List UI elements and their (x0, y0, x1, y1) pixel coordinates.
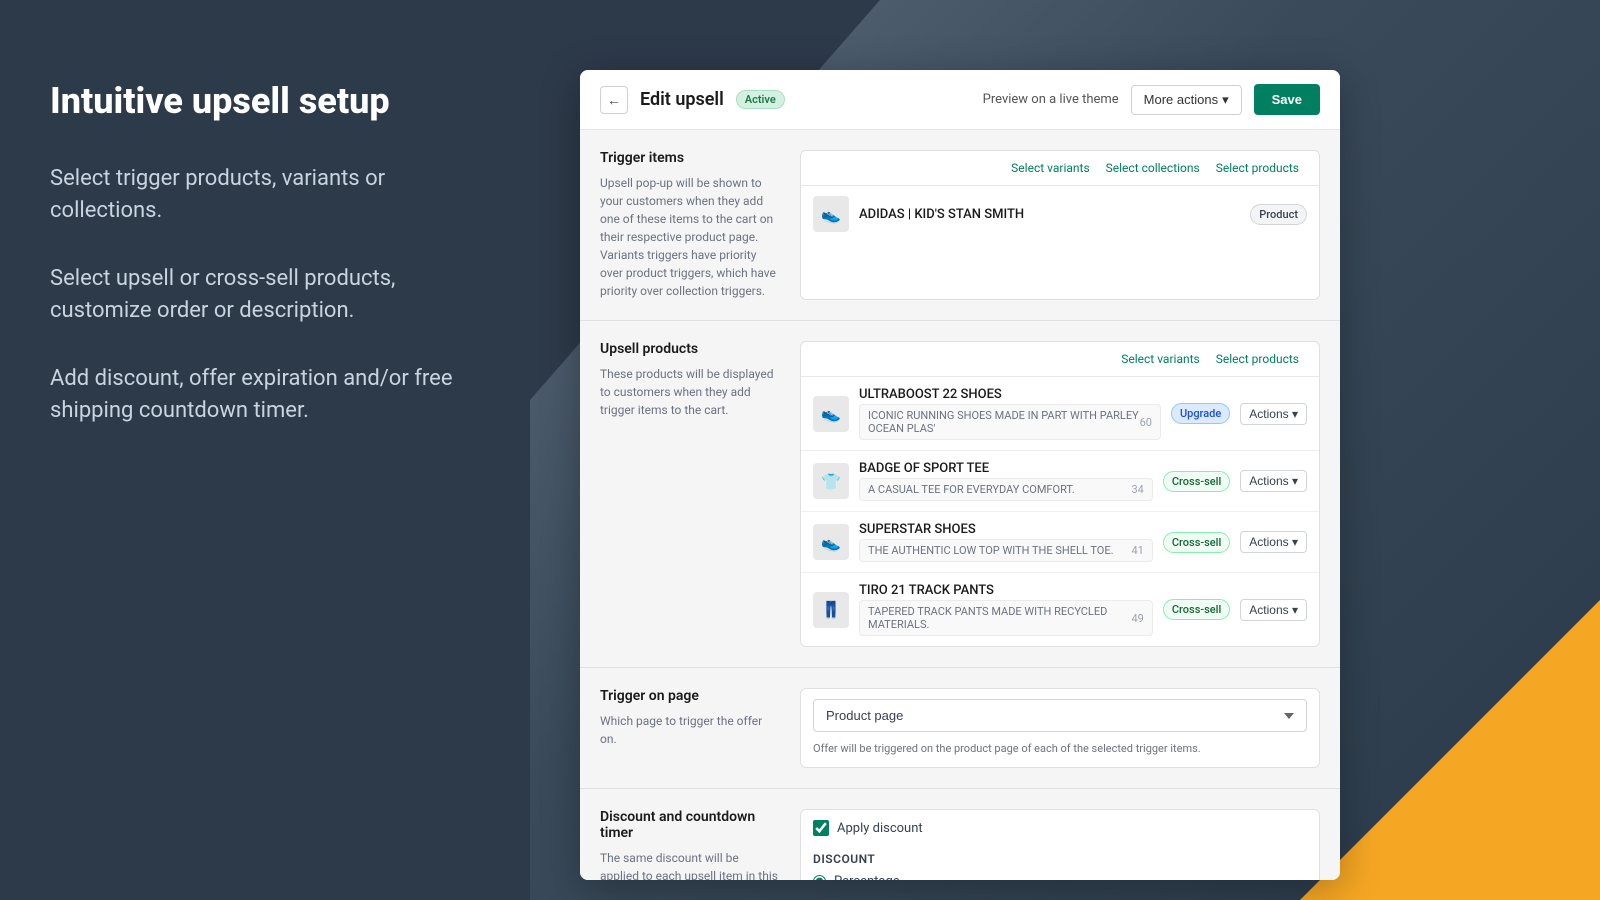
product-desc-1: ICONIC RUNNING SHOES MADE IN PART WITH P… (859, 404, 1161, 440)
trigger-items-title: Trigger items (600, 150, 780, 166)
discount-title: Discount and countdown timer (600, 809, 780, 841)
upsell-select-products-tab[interactable]: Select products (1208, 350, 1307, 368)
select-variants-tab[interactable]: Select variants (1003, 159, 1097, 177)
trigger-items-desc: Upsell pop-up will be shown to your cust… (600, 174, 780, 300)
product-info: ADIDAS | KID'S STAN SMITH (859, 207, 1240, 222)
upsell-product-row-1: 👟 ULTRABOOST 22 SHOES ICONIC RUNNING SHO… (801, 377, 1319, 451)
back-button[interactable]: ← (600, 86, 628, 114)
trigger-product-row: 👟 ADIDAS | KID'S STAN SMITH Product (801, 186, 1319, 242)
product-info-3: SUPERSTAR SHOES THE AUTHENTIC LOW TOP WI… (859, 522, 1153, 562)
product-name-2: BADGE OF SPORT TEE (859, 461, 1153, 476)
product-desc-4: TAPERED TRACK PANTS MADE WITH RECYCLED M… (859, 600, 1153, 636)
shoe-icon: 👟 (821, 205, 841, 224)
product-name-4: TIRO 21 TRACK PANTS (859, 583, 1153, 598)
product-thumbnail-3: 👟 (813, 524, 849, 560)
upsell-products-section: Upsell products These products will be d… (580, 321, 1340, 668)
trigger-page-select[interactable]: Product page (813, 699, 1307, 732)
product-desc-2: A CASUAL TEE FOR EVERYDAY COMFORT. 34 (859, 478, 1153, 501)
apply-discount-label: Apply discount (837, 821, 923, 836)
product-name-3: SUPERSTAR SHOES (859, 522, 1153, 537)
superstar-icon: 👟 (821, 533, 841, 552)
actions-button-3[interactable]: Actions ▾ (1240, 531, 1307, 553)
actions-button-1[interactable]: Actions ▾ (1240, 403, 1307, 425)
header-right: Preview on a live theme More actions ▾ S… (983, 84, 1320, 115)
upsell-product-row-3: 👟 SUPERSTAR SHOES THE AUTHENTIC LOW TOP … (801, 512, 1319, 573)
upsell-product-row-2: 👕 BADGE OF SPORT TEE A CASUAL TEE FOR EV… (801, 451, 1319, 512)
percentage-label: Percentage (834, 874, 900, 880)
trigger-on-page-title: Trigger on page (600, 688, 780, 704)
product-name: ADIDAS | KID'S STAN SMITH (859, 207, 1240, 222)
discount-info: Discount and countdown timer The same di… (600, 809, 800, 880)
paragraph-3: Add discount, offer expiration and/or fr… (50, 363, 480, 427)
apply-discount-checkbox[interactable] (813, 820, 829, 836)
upsell-select-tabs: Select variants Select products (801, 342, 1319, 377)
tee-icon: 👕 (821, 472, 841, 491)
discount-desc: The same discount will be applied to eac… (600, 849, 780, 880)
upsell-products-content: Select variants Select products 👟 ULTRAB… (800, 341, 1320, 647)
trigger-on-page-info: Trigger on page Which page to trigger th… (600, 688, 800, 768)
crosssell-badge-4: Cross-sell (1163, 599, 1230, 620)
trigger-on-page-section: Trigger on page Which page to trigger th… (580, 668, 1340, 789)
crosssell-badge-3: Cross-sell (1163, 532, 1230, 553)
actions-button-4[interactable]: Actions ▾ (1240, 599, 1307, 621)
header-left: ← Edit upsell Active (600, 86, 785, 114)
panel-body: Trigger items Upsell pop-up will be show… (580, 130, 1340, 880)
main-heading: Intuitive upsell setup (50, 80, 480, 123)
upgrade-badge-1: Upgrade (1171, 403, 1230, 424)
left-panel: Intuitive upsell setup Select trigger pr… (0, 0, 530, 900)
page-title: Edit upsell (640, 89, 724, 110)
product-thumbnail-4: 👖 (813, 592, 849, 628)
more-actions-button[interactable]: More actions ▾ (1131, 85, 1242, 115)
right-area: ← Edit upsell Active Preview on a live t… (530, 0, 1600, 900)
trigger-on-page-content: Product page Offer will be triggered on … (800, 688, 1320, 768)
trigger-items-content: Select variants Select collections Selec… (800, 150, 1320, 300)
crosssell-badge-2: Cross-sell (1163, 471, 1230, 492)
panel-header: ← Edit upsell Active Preview on a live t… (580, 70, 1340, 130)
product-thumbnail: 👟 (813, 196, 849, 232)
product-thumbnail-2: 👕 (813, 463, 849, 499)
product-name-1: ULTRABOOST 22 SHOES (859, 387, 1161, 402)
select-collections-tab[interactable]: Select collections (1098, 159, 1208, 177)
save-button[interactable]: Save (1254, 84, 1320, 115)
product-info-2: BADGE OF SPORT TEE A CASUAL TEE FOR EVER… (859, 461, 1153, 501)
product-info-1: ULTRABOOST 22 SHOES ICONIC RUNNING SHOES… (859, 387, 1161, 440)
upsell-product-row-4: 👖 TIRO 21 TRACK PANTS TAPERED TRACK PANT… (801, 573, 1319, 646)
percentage-row: Percentage (801, 870, 1319, 880)
upsell-select-variants-tab[interactable]: Select variants (1113, 350, 1207, 368)
discount-section: Discount and countdown timer The same di… (580, 789, 1340, 880)
actions-button-2[interactable]: Actions ▾ (1240, 470, 1307, 492)
ui-panel: ← Edit upsell Active Preview on a live t… (580, 70, 1340, 880)
product-desc-3: THE AUTHENTIC LOW TOP WITH THE SHELL TOE… (859, 539, 1153, 562)
apply-discount-row: Apply discount (801, 810, 1319, 846)
select-products-tab[interactable]: Select products (1208, 159, 1307, 177)
discount-sub-label: DISCOUNT (801, 846, 1319, 870)
percentage-radio[interactable] (813, 875, 826, 880)
pants-icon: 👖 (821, 600, 841, 619)
product-type-badge: Product (1250, 204, 1307, 225)
trigger-select-tabs: Select variants Select collections Selec… (801, 151, 1319, 186)
product-thumbnail-1: 👟 (813, 396, 849, 432)
trigger-items-info: Trigger items Upsell pop-up will be show… (600, 150, 800, 300)
paragraph-2: Select upsell or cross-sell products, cu… (50, 263, 480, 327)
trigger-on-page-desc: Which page to trigger the offer on. (600, 712, 780, 748)
upsell-products-title: Upsell products (600, 341, 780, 357)
upsell-products-desc: These products will be displayed to cust… (600, 365, 780, 419)
product-info-4: TIRO 21 TRACK PANTS TAPERED TRACK PANTS … (859, 583, 1153, 636)
preview-link[interactable]: Preview on a live theme (983, 92, 1119, 107)
discount-content: Apply discount DISCOUNT Percentage (800, 809, 1320, 880)
chevron-down-icon: ▾ (1222, 92, 1229, 108)
trigger-items-section: Trigger items Upsell pop-up will be show… (580, 130, 1340, 321)
active-badge: Active (736, 90, 785, 109)
trigger-hint: Offer will be triggered on the product p… (801, 742, 1319, 767)
ultraboost-icon: 👟 (821, 404, 841, 423)
upsell-products-info: Upsell products These products will be d… (600, 341, 800, 647)
yellow-triangle-decoration (1300, 600, 1600, 900)
paragraph-1: Select trigger products, variants or col… (50, 163, 480, 227)
